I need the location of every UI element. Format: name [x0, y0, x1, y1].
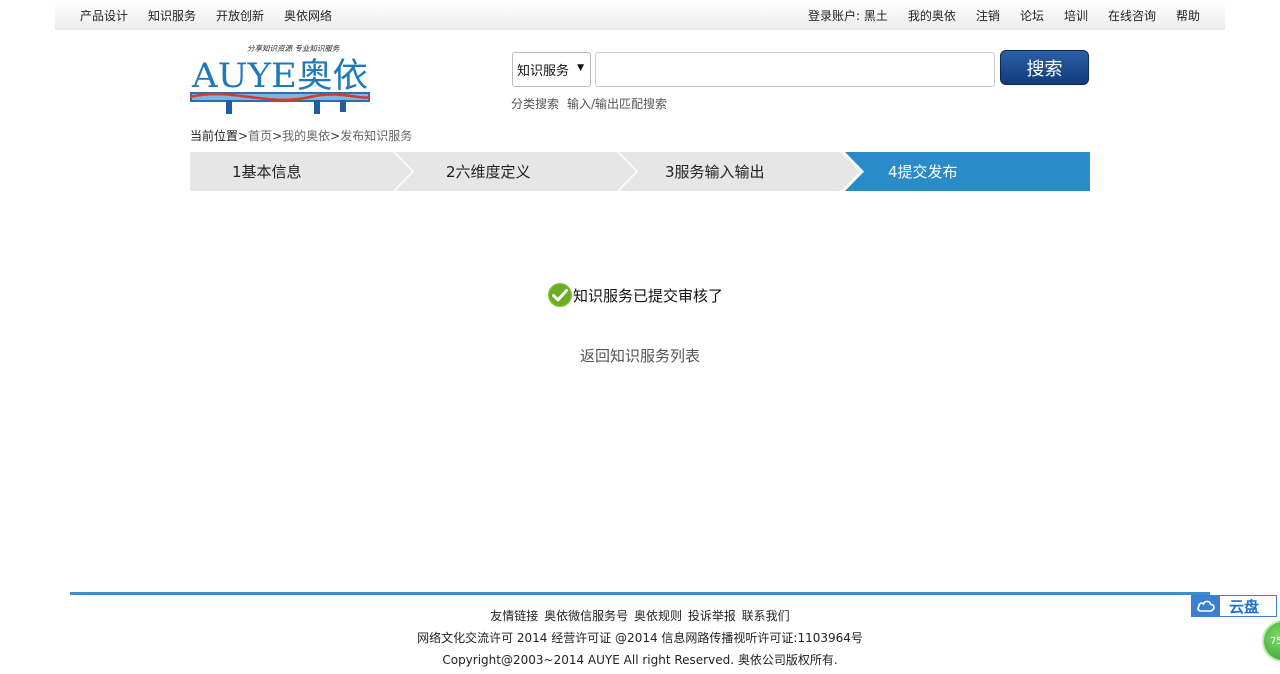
cloud-drive-widget[interactable]: 云盘	[1191, 595, 1277, 617]
nav-open-innovation[interactable]: 开放创新	[216, 7, 264, 24]
back-to-service-list-link[interactable]: 返回知识服务列表	[0, 345, 1280, 366]
footer: 友情链接 奥依微信服务号 奥依规则 投诉举报 联系我们 网络文化交流许可 201…	[0, 605, 1280, 671]
nav-logout[interactable]: 注销	[976, 7, 1000, 24]
top-nav-right: 登录账户: 黑土 我的奥依 注销 论坛 培训 在线咨询 帮助	[808, 0, 1200, 30]
top-nav-bar: 产品设计 知识服务 开放创新 奥依网络 登录账户: 黑土 我的奥依 注销 论坛 …	[55, 0, 1225, 30]
logo-slogan: 分享知识资源 专业知识服务	[247, 44, 341, 53]
footer-link-contact[interactable]: 联系我们	[742, 609, 790, 623]
category-search-link[interactable]: 分类搜索	[511, 95, 559, 112]
step-2-label: 2六维度定义	[446, 163, 531, 181]
search-category-value: 知识服务	[517, 64, 570, 79]
breadcrumb-home[interactable]: 首页	[248, 129, 272, 143]
cloud-icon	[1192, 596, 1220, 616]
footer-license: 网络文化交流许可 2014 经营许可证 @2014 信息网路传播视听许可证:11…	[417, 631, 863, 645]
step-progress-bar: 1基本信息 2六维度定义 3服务输入输出 4提交发布	[190, 152, 1090, 191]
nav-product-design[interactable]: 产品设计	[80, 7, 128, 24]
io-match-search-link[interactable]: 输入/输出匹配搜索	[567, 95, 667, 112]
search-button[interactable]: 搜索	[1000, 50, 1089, 85]
footer-links: 友情链接 奥依微信服务号 奥依规则 投诉举报 联系我们	[0, 605, 1280, 627]
step-4	[845, 152, 1090, 191]
top-nav-left: 产品设计 知识服务 开放创新 奥依网络	[80, 0, 352, 30]
logo-graphic: 分享知识资源 专业知识服务 AUYE奥依	[189, 44, 371, 114]
breadcrumb-current[interactable]: 发布知识服务	[340, 129, 412, 143]
cloud-drive-label: 云盘	[1229, 597, 1260, 616]
dropdown-arrow-icon: ▼	[577, 63, 584, 73]
footer-copyright: Copyright@2003~2014 AUYE All right Reser…	[442, 653, 838, 667]
nav-forum[interactable]: 论坛	[1020, 7, 1044, 24]
step-progress-graphic: 1基本信息 2六维度定义 3服务输入输出 4提交发布	[190, 152, 1090, 191]
search-category-select[interactable]: 知识服务 ▼	[512, 52, 591, 87]
search-input[interactable]	[595, 52, 995, 87]
footer-divider	[70, 592, 1210, 595]
step-3-label: 3服务输入输出	[665, 163, 765, 181]
nav-training[interactable]: 培训	[1064, 7, 1088, 24]
breadcrumb-label: 当前位置	[190, 129, 239, 143]
nav-auye-network[interactable]: 奥依网络	[284, 7, 332, 24]
check-circle-icon	[548, 283, 572, 307]
success-text: 知识服务已提交审核了	[573, 286, 724, 305]
footer-link-friends[interactable]: 友情链接	[490, 609, 538, 623]
footer-link-complaint[interactable]: 投诉举报	[688, 609, 736, 623]
footer-link-wechat[interactable]: 奥依微信服务号	[544, 609, 628, 623]
breadcrumb-my-auye[interactable]: 我的奥依	[282, 129, 330, 143]
nav-knowledge-service[interactable]: 知识服务	[148, 7, 196, 24]
breadcrumb: 当前位置>首页>我的奥依>发布知识服务	[190, 129, 413, 143]
nav-my-auye[interactable]: 我的奥依	[908, 7, 956, 24]
step-4-label: 4提交发布	[888, 163, 958, 181]
site-logo[interactable]: 分享知识资源 专业知识服务 AUYE奥依	[189, 42, 372, 118]
success-message: 知识服务已提交审核了	[548, 283, 723, 307]
nav-online-consult[interactable]: 在线咨询	[1108, 7, 1156, 24]
search-links: 分类搜索 输入/输出匹配搜索	[511, 95, 675, 112]
floating-ball-text: 75	[1270, 635, 1280, 647]
account-label: 登录账户: 黑土	[808, 8, 888, 23]
logo-text: AUYE奥依	[191, 56, 368, 96]
footer-link-rules[interactable]: 奥依规则	[634, 609, 682, 623]
step-1-label: 1基本信息	[232, 163, 302, 181]
nav-help[interactable]: 帮助	[1176, 7, 1200, 24]
